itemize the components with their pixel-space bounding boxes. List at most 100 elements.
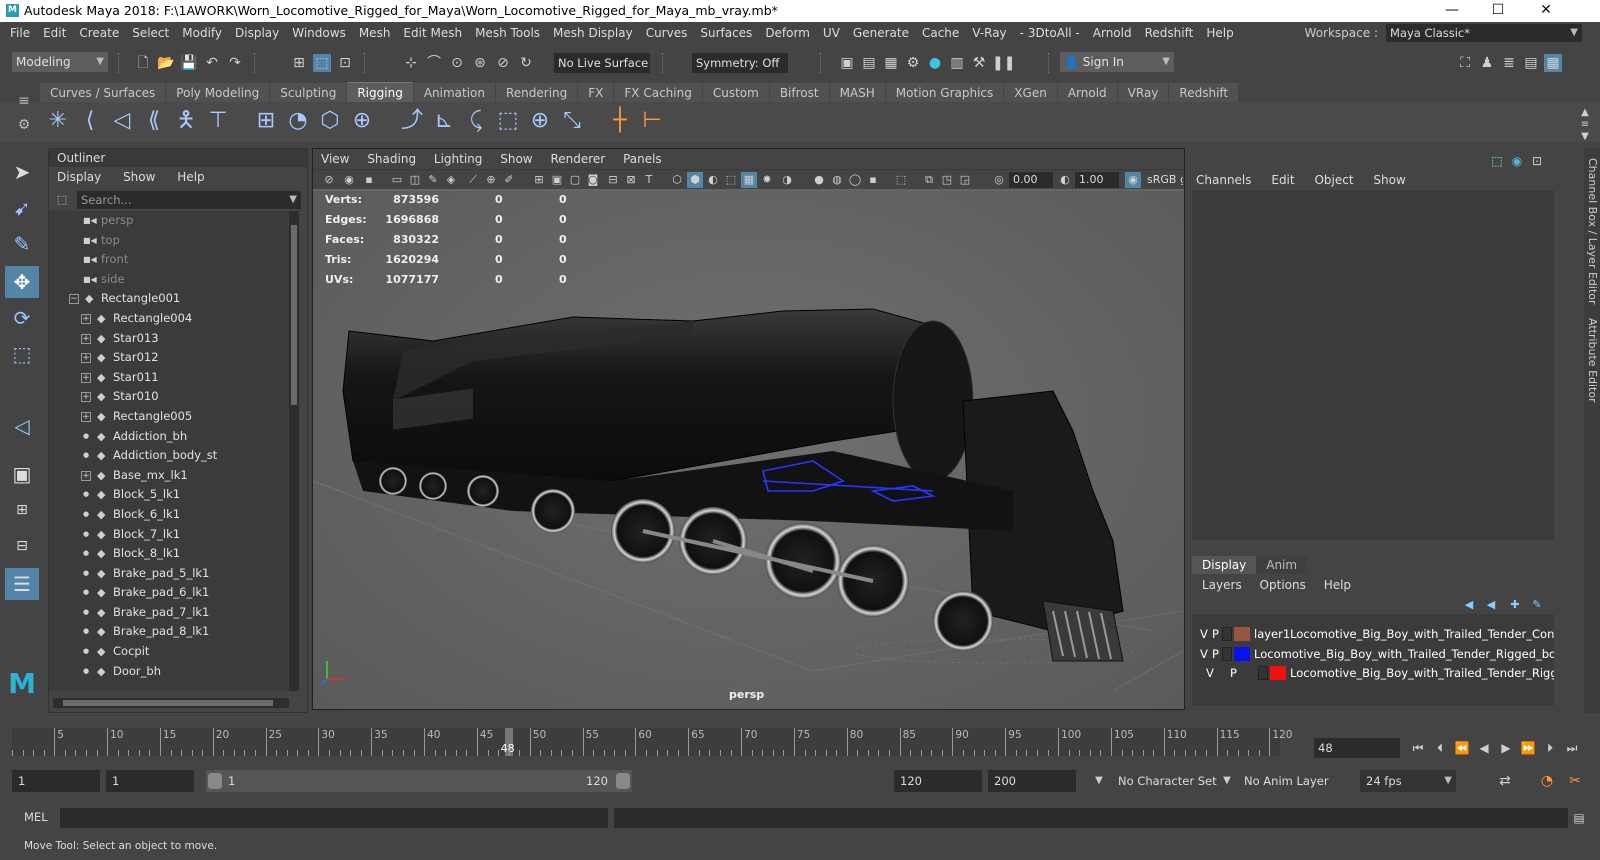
viewport-menu-panels[interactable]: Panels	[623, 152, 662, 166]
layer-playback-toggle[interactable]: P	[1212, 644, 1219, 664]
shelf-tab-fx[interactable]: FX	[578, 83, 614, 103]
shelf-tab-vray[interactable]: VRay	[1117, 83, 1169, 103]
time-slider-track[interactable]: 48 5 10 15 20 25 30 35 40 45 50 55 60 65 70 75 80 85 90 95…	[12, 728, 1292, 756]
script-language-label[interactable]: MEL	[24, 810, 48, 824]
menu-uv[interactable]: UV	[823, 22, 840, 44]
two-view-layout-icon[interactable]: ⊟	[5, 530, 39, 562]
minimize-button[interactable]: —	[1432, 1, 1472, 21]
sign-in-button[interactable]: 👤 Sign In ▼	[1060, 52, 1174, 72]
attribute-editor-icon[interactable]: ≣	[1500, 54, 1518, 72]
viewport-menu-view[interactable]: View	[321, 152, 349, 166]
menu-cache[interactable]: Cache	[922, 22, 959, 44]
outliner-item[interactable]: ● ◆ Cocpit	[49, 642, 289, 662]
geometry-constraint-icon[interactable]: ⊢	[638, 106, 666, 136]
menu-deform[interactable]: Deform	[765, 22, 810, 44]
outliner-item[interactable]: ● ◆ Block_7_lk1	[49, 525, 289, 545]
layer-tab-anim[interactable]: Anim	[1256, 556, 1308, 574]
ipr-render-icon[interactable]: ▦	[882, 54, 900, 72]
outliner-item[interactable]: ● ◆ Block_6_lk1	[49, 505, 289, 525]
point-constraint-icon[interactable]: ⊾	[430, 106, 458, 136]
fps-dropdown[interactable]: 24 fps ▼	[1360, 770, 1456, 792]
side-tab-attribute-editor[interactable]: Attribute Editor	[1586, 318, 1599, 403]
isolate-icon[interactable]: ▪	[865, 172, 881, 188]
viewport-menu-show[interactable]: Show	[500, 152, 532, 166]
menu-edit-mesh[interactable]: Edit Mesh	[403, 22, 462, 44]
layer-display-type-toggle[interactable]	[1222, 646, 1232, 661]
frame-all-icon[interactable]: ⧉	[921, 172, 937, 188]
outliner-item[interactable]: ● ◆ Block_8_lk1	[49, 544, 289, 564]
shelf-settings-icon[interactable]: ⚙	[10, 110, 38, 140]
channel-box-area[interactable]	[1192, 190, 1554, 540]
outliner-item[interactable]: + ◆ Star010	[49, 387, 289, 407]
expand-icon[interactable]: +	[81, 313, 91, 324]
go-to-end-icon[interactable]: ⏭	[1564, 740, 1580, 756]
anim-layer-dropdown[interactable]: No Anim Layer	[1238, 770, 1348, 792]
snap-view-icon[interactable]: ⊛	[471, 54, 489, 72]
viewport-menu-shading[interactable]: Shading	[367, 152, 416, 166]
outliner-item[interactable]: + ◆ Star013	[49, 329, 289, 349]
last-tool-icon[interactable]: ◁	[5, 410, 39, 442]
shelf-tab-fx-caching[interactable]: FX Caching	[614, 83, 702, 103]
render-view-icon[interactable]: ▥	[948, 54, 966, 72]
cycle-camera-icon[interactable]: ◲	[957, 172, 973, 188]
ik-handle-icon[interactable]: ⟨	[76, 106, 104, 136]
snap-live-icon[interactable]: ↻	[517, 54, 535, 72]
channel-box-icon[interactable]: ▦	[1544, 54, 1562, 72]
animation-preferences-icon[interactable]: ✂	[1566, 772, 1584, 790]
single-perspective-layout-icon[interactable]: ▣	[5, 458, 39, 490]
filter-icon[interactable]: ⬚	[53, 191, 71, 209]
playback-end-field[interactable]: 120	[894, 770, 982, 792]
menu-mesh-tools[interactable]: Mesh Tools	[475, 22, 540, 44]
outliner-menu-help[interactable]: Help	[177, 170, 204, 184]
aim-constraint-icon[interactable]: ⤹	[462, 106, 490, 136]
xray-joints-icon[interactable]: ⟋	[465, 172, 481, 188]
four-view-layout-icon[interactable]: ⊞	[5, 494, 39, 526]
channel-box-menu-channels[interactable]: Channels	[1196, 173, 1252, 187]
menu-mesh-display[interactable]: Mesh Display	[553, 22, 633, 44]
scrollbar-thumb[interactable]	[291, 225, 297, 405]
save-scene-icon[interactable]: 💾	[180, 54, 198, 72]
outliner-item[interactable]: ■◀ front	[49, 250, 289, 270]
close-button[interactable]: ✕	[1526, 1, 1566, 21]
undo-icon[interactable]: ↶	[203, 54, 221, 72]
menu-redshift[interactable]: Redshift	[1145, 22, 1194, 44]
layer-playback-toggle[interactable]: P	[1212, 624, 1219, 644]
gamma-field[interactable]: 1.00	[1075, 172, 1119, 188]
menu-modify[interactable]: Modify	[182, 22, 222, 44]
outliner-item[interactable]: ● ◆ Addiction_bh	[49, 427, 289, 447]
move-layer-down-icon[interactable]: ◀	[1482, 596, 1500, 614]
parent-constraint-icon[interactable]: ┼	[606, 106, 634, 136]
select-by-hierarchy-icon[interactable]: ⊞	[290, 54, 308, 72]
scene-start-field[interactable]: 1	[12, 770, 100, 792]
ambient-occlusion-icon[interactable]: ◑	[779, 172, 795, 188]
outliner-item[interactable]: ● ◆ Block_5_lk1	[49, 485, 289, 505]
smooth-shade-icon[interactable]: ⬢	[687, 172, 703, 188]
layer-display-type-toggle[interactable]	[1222, 627, 1232, 641]
outliner-item[interactable]: ● ◆ Brake_pad_7_lk1	[49, 603, 289, 623]
modeling-toolkit-icon[interactable]: ⛶	[1456, 54, 1474, 72]
pause-render-icon[interactable]: ❚❚	[992, 54, 1015, 72]
step-back-key-icon[interactable]: ⏪	[1454, 740, 1470, 756]
backface-icon[interactable]: ◯	[847, 172, 863, 188]
layer-color-swatch[interactable]	[1234, 646, 1250, 661]
xray-icon[interactable]: ●	[811, 172, 827, 188]
select-by-component-icon[interactable]: ⊡	[336, 54, 354, 72]
viewport-menu-renderer[interactable]: Renderer	[550, 152, 605, 166]
resolution-gate-icon[interactable]: ▢	[567, 172, 583, 188]
soft-mod-icon[interactable]: ⊕	[348, 106, 376, 136]
step-back-frame-icon[interactable]: ⏴	[1432, 740, 1448, 756]
collapse-icon[interactable]: −	[69, 294, 79, 305]
menu-edit[interactable]: Edit	[43, 22, 66, 44]
outliner-item[interactable]: ■◀ side	[49, 270, 289, 290]
field-chart-icon[interactable]: ⊟	[605, 172, 621, 188]
ik-spline-icon[interactable]: ◁	[108, 106, 136, 136]
shelf-tab-rigging[interactable]: Rigging	[347, 82, 413, 102]
select-tool-icon[interactable]: ➤	[5, 156, 39, 188]
layer-color-swatch[interactable]	[1234, 627, 1250, 641]
menu-vray[interactable]: V-Ray	[972, 22, 1006, 44]
shelf-tab-animation[interactable]: Animation	[413, 83, 495, 103]
outliner-item[interactable]: + ◆ Star011	[49, 368, 289, 388]
shelf-tab-motion-graphics[interactable]: Motion Graphics	[885, 83, 1004, 103]
menu-3dtoall[interactable]: - 3DtoAll -	[1020, 22, 1080, 44]
snap-point-icon[interactable]: ⊙	[448, 54, 466, 72]
